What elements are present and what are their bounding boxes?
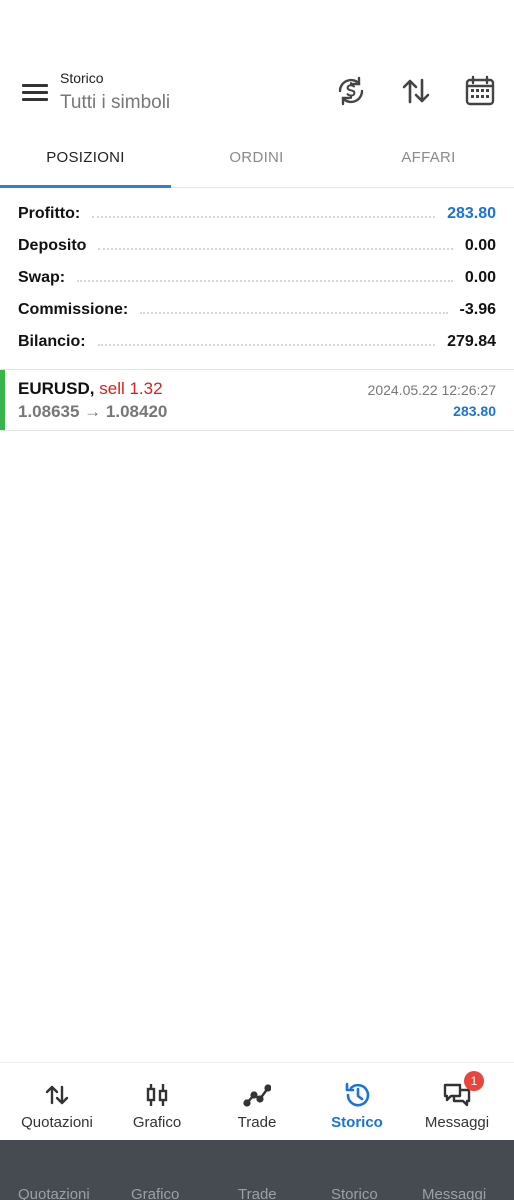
nav-label: Storico [331,1114,383,1131]
sort-icon[interactable] [399,74,433,108]
nav-quotes[interactable]: Quotazioni [6,1063,108,1141]
summary-row-swap: Swap: 0.00 [18,262,496,294]
nav-chart[interactable]: Grafico [106,1063,208,1141]
summary-row-deposit: Deposito 0.00 [18,230,496,262]
bottom-navigation: Quotazioni Grafico Trade Storico 1 Messa… [0,1062,514,1141]
nav-label: Messaggi [424,1114,490,1131]
tab-orders[interactable]: ORDINI [171,135,342,185]
nav-trade[interactable]: Trade [206,1063,308,1141]
summary-panel: Profitto: 283.80 Deposito 0.00 Swap: 0.0… [18,198,496,358]
tab-positions[interactable]: POSIZIONI [0,135,171,185]
position-title: EURUSD, sell 1.32 [18,379,163,399]
position-profit: 283.80 [453,403,496,419]
page-title: Storico [60,70,104,86]
dotted-leader [98,248,453,250]
app-header: Storico Tutti i simboli [0,60,514,130]
nav-label: Grafico [132,1114,182,1131]
profit-label: Profitto: [18,205,81,222]
commission-value: -3.96 [459,301,496,318]
ghost-label: Messaggi [422,1186,487,1200]
summary-row-commission: Commissione: -3.96 [18,294,496,326]
history-icon [343,1081,371,1109]
ghost-label: Storico [331,1186,378,1200]
profit-value: 283.80 [447,205,496,222]
position-symbol: EURUSD, [18,379,95,398]
deposit-value: 0.00 [464,237,496,254]
dotted-leader [97,344,436,346]
position-row[interactable]: EURUSD, sell 1.32 1.08635 → 1.08420 2024… [0,369,514,431]
dotted-leader [77,280,453,282]
swap-value: 0.00 [464,269,496,286]
position-status-bar [0,370,5,430]
ghost-label: Grafico [131,1186,180,1200]
position-datetime: 2024.05.22 12:26:27 [367,382,496,398]
swap-label: Swap: [18,269,66,286]
position-prices: 1.08635 → 1.08420 [18,402,168,421]
balance-value: 279.84 [447,333,496,350]
tab-bar: POSIZIONI ORDINI AFFARI [0,135,514,188]
chart-icon [143,1081,171,1109]
symbol-filter[interactable]: Tutti i simboli [60,92,170,114]
menu-icon[interactable] [20,80,50,106]
calendar-icon[interactable] [463,74,497,108]
summary-row-profit: Profitto: 283.80 [18,198,496,230]
dotted-leader [92,216,436,218]
deposit-label: Deposito [18,237,87,254]
position-type: sell 1.32 [99,379,163,398]
dotted-leader [140,312,448,314]
system-navigation-bar: Quotazioni Grafico Trade Storico Messagg… [0,1140,514,1200]
nav-history[interactable]: Storico [306,1063,408,1141]
quotes-icon [43,1081,71,1109]
balance-label: Bilancio: [18,333,86,350]
ghost-label: Quotazioni [18,1186,90,1200]
trade-icon [243,1081,272,1109]
active-tab-indicator [0,185,171,188]
nav-label: Quotazioni [21,1114,93,1131]
nav-messages[interactable]: 1 Messaggi [406,1063,508,1141]
nav-label: Trade [237,1114,277,1131]
summary-row-balance: Bilancio: 279.84 [18,326,496,358]
currency-exchange-icon[interactable] [334,74,368,108]
unread-badge: 1 [464,1071,484,1091]
commission-label: Commissione: [18,301,129,318]
ghost-label: Trade [238,1186,277,1200]
tab-deals[interactable]: AFFARI [343,135,514,185]
